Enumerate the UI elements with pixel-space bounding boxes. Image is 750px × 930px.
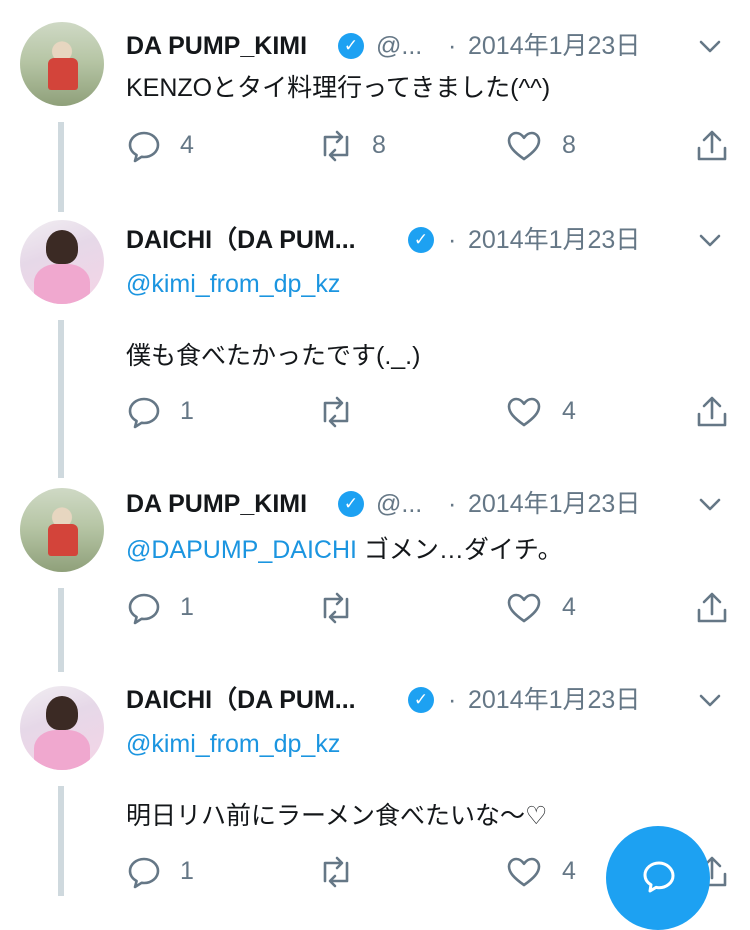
avatar[interactable] [20,488,104,572]
reply-count: 4 [180,131,194,159]
mention-link[interactable]: @DAPUMP_DAICHI [126,536,357,564]
share-icon [697,130,727,161]
tweet[interactable]: DA PUMP_KIMI ✓ @... · 2014年1月23日 @DAPUMP… [0,466,750,672]
author-handle[interactable]: @... [376,28,422,64]
thread-connector-line [58,786,64,896]
like-count: 8 [562,131,576,159]
chevron-down-icon[interactable] [696,226,724,254]
separator-dot: · [448,226,457,254]
author-handle[interactable]: @... [376,486,422,522]
avatar[interactable] [20,22,104,106]
tweet-date[interactable]: 2014年1月23日 [468,222,640,258]
reply-icon [128,131,160,163]
reply-icon [128,857,160,889]
verified-badge-icon: ✓ [408,687,434,713]
tweet[interactable]: DAICHI（DA PUM... ✓ · 2014年1月23日 @kimi_fr… [0,198,750,478]
chevron-down-icon[interactable] [696,32,724,60]
verified-badge-icon: ✓ [338,33,364,59]
tweet-date[interactable]: 2014年1月23日 [468,682,640,718]
avatar[interactable] [20,220,104,304]
tweet-header: DAICHI（DA PUM... ✓ · 2014年1月23日 [126,682,734,718]
heart-icon [507,857,541,887]
verified-badge-icon: ✓ [338,491,364,517]
verified-badge-icon: ✓ [408,227,434,253]
tweet-actions: 1 4 [126,586,736,626]
retweet-icon [323,396,349,428]
thread-connector-line [58,588,64,672]
reply-icon [128,397,160,429]
share-icon [697,396,727,427]
author-name[interactable]: DAICHI（DA PUM... [126,682,356,718]
reply-count: 1 [180,857,194,885]
separator-dot: · [448,32,457,60]
retweet-icon [323,592,349,624]
tweet-text-line: @DAPUMP_DAICHI ゴメン…ダイチ。 [126,532,563,568]
reply-to-mention[interactable]: @kimi_from_dp_kz [126,266,340,302]
reply-icon [128,593,160,625]
retweet-icon [323,856,349,888]
author-name[interactable]: DAICHI（DA PUM... [126,222,356,258]
tweet-actions: 1 4 [126,390,736,430]
heart-icon [507,131,541,161]
retweet-icon [323,130,349,162]
tweet-text: ゴメン…ダイチ。 [356,536,563,564]
separator-dot: · [448,490,457,518]
tweet-date[interactable]: 2014年1月23日 [468,28,640,64]
tweet-text: KENZOとタイ料理行ってきました(^^) [126,74,551,102]
tweet-date[interactable]: 2014年1月23日 [468,486,640,522]
tweet-text: 僕も食べたかったです(._.) [126,342,421,370]
tweet-actions: 4 8 8 [126,124,736,164]
separator-dot: · [448,686,457,714]
compose-icon [643,861,675,893]
tweet-header: DAICHI（DA PUM... ✓ · 2014年1月23日 [126,222,734,258]
heart-icon [507,397,541,427]
like-count: 4 [562,857,576,885]
tweet-text: 明日リハ前にラーメン食べたいな〜♡ [126,802,548,830]
reply-count: 1 [180,593,194,621]
author-name[interactable]: DA PUMP_KIMI [126,28,307,64]
chevron-down-icon[interactable] [696,686,724,714]
author-name[interactable]: DA PUMP_KIMI [126,486,307,522]
reply-to-mention[interactable]: @kimi_from_dp_kz [126,726,340,762]
tweet-thread: DA PUMP_KIMI ✓ @... · 2014年1月23日 KENZOとタ… [0,0,750,930]
avatar[interactable] [20,686,104,770]
heart-icon [507,593,541,623]
like-count: 4 [562,397,576,425]
reply-count: 1 [180,397,194,425]
thread-connector-line [58,320,64,478]
compose-button[interactable] [606,826,710,930]
share-icon [697,592,727,623]
tweet[interactable]: DA PUMP_KIMI ✓ @... · 2014年1月23日 KENZOとタ… [0,0,750,212]
chevron-down-icon[interactable] [696,490,724,518]
retweet-count: 8 [372,131,386,159]
tweet-header: DA PUMP_KIMI ✓ @... · 2014年1月23日 [126,486,734,522]
tweet-header: DA PUMP_KIMI ✓ @... · 2014年1月23日 [126,28,734,64]
like-count: 4 [562,593,576,621]
